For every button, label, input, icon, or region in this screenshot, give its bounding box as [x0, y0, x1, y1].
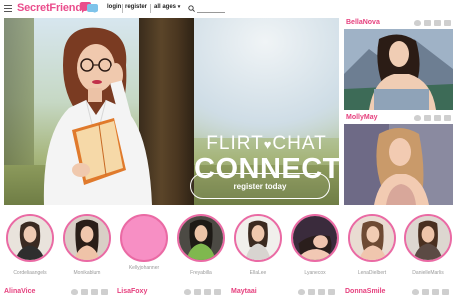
profile-actions [414, 115, 451, 121]
avatar[interactable] [404, 214, 452, 262]
avatar-item[interactable]: Lyanecox [287, 214, 343, 276]
nav-divider [150, 4, 151, 13]
logo-text[interactable]: SecretFriends [17, 2, 88, 14]
more-icon[interactable] [328, 289, 335, 295]
profile-card[interactable]: MollyMay [344, 113, 453, 206]
heart-icon[interactable] [412, 289, 419, 295]
tagline-flirt: FLIRT [206, 133, 264, 154]
avatar-item[interactable]: Kellyjohanner [116, 214, 172, 271]
profile-actions [298, 289, 335, 295]
profile-card[interactable]: BellaNova [344, 18, 453, 111]
avatar[interactable] [291, 214, 339, 262]
top-bar: SecretFriends login register all ages ▾ [0, 0, 456, 18]
profile-actions [184, 289, 221, 295]
avatar-item[interactable]: DanielleMarlis [400, 214, 456, 276]
hero-banner[interactable]: FLIRT♥CHAT CONNECT register today [4, 18, 339, 205]
profile-actions [412, 289, 449, 295]
heart-icon[interactable] [414, 20, 421, 26]
camera-icon[interactable] [204, 289, 211, 295]
hero-tagline-line1: FLIRT♥CHAT [194, 134, 339, 155]
avatar-name[interactable]: Cordeliaangels [2, 270, 58, 276]
avatar-item[interactable]: Monikablum [59, 214, 115, 276]
tagline-chat: CHAT [272, 133, 327, 154]
profile-photo[interactable] [344, 124, 453, 205]
nav-divider [122, 4, 123, 13]
heart-icon[interactable] [414, 115, 421, 121]
profile-name[interactable]: LisaFoxy [117, 288, 147, 295]
camera-icon[interactable] [91, 289, 98, 295]
age-filter-select[interactable]: all ages ▾ [154, 4, 180, 10]
chat-icon[interactable] [424, 20, 431, 26]
chat-bubbles-logo-icon [80, 2, 98, 13]
search-icon[interactable] [188, 5, 195, 12]
avatar-name[interactable]: Freyabilla [173, 270, 229, 276]
profile-name[interactable]: BellaNova [346, 19, 380, 26]
avatar-placeholder[interactable] [120, 214, 168, 262]
online-models-strip: Cordeliaangels Monikablum Kellyjohanner … [0, 214, 456, 276]
more-icon[interactable] [214, 289, 221, 295]
avatar-name[interactable]: DanielleMarlis [400, 270, 456, 276]
avatar-name[interactable]: Lyanecox [287, 270, 343, 276]
avatar[interactable] [348, 214, 396, 262]
register-today-button[interactable]: register today [190, 173, 330, 199]
camera-icon[interactable] [434, 115, 441, 121]
chevron-down-icon: ▾ [177, 4, 181, 10]
profile-name[interactable]: DonnaSmile [345, 288, 385, 295]
avatar-name[interactable]: EllaLee [230, 270, 286, 276]
chat-icon[interactable] [424, 115, 431, 121]
camera-icon[interactable] [434, 20, 441, 26]
more-icon[interactable] [444, 115, 451, 121]
profile-name[interactable]: MollyMay [346, 114, 378, 121]
avatar[interactable] [177, 214, 225, 262]
heart-icon[interactable] [71, 289, 78, 295]
avatar[interactable] [63, 214, 111, 262]
avatar[interactable] [6, 214, 54, 262]
more-icon[interactable] [442, 289, 449, 295]
avatar-item[interactable]: Cordeliaangels [2, 214, 58, 276]
profile-name-row: AlinaVice LisaFoxy Maytaai DonnaSmile [0, 285, 456, 300]
avatar-item[interactable]: LenaDielbert [344, 214, 400, 276]
more-icon[interactable] [101, 289, 108, 295]
avatar-name[interactable]: LenaDielbert [344, 270, 400, 276]
hamburger-menu-icon[interactable] [4, 5, 12, 12]
chat-icon[interactable] [308, 289, 315, 295]
chat-icon[interactable] [81, 289, 88, 295]
age-filter-label: all ages [154, 4, 177, 10]
chat-icon[interactable] [194, 289, 201, 295]
avatar-item[interactable]: EllaLee [230, 214, 286, 276]
hero-model-photo [43, 27, 152, 205]
profile-name[interactable]: Maytaai [231, 288, 257, 295]
register-link[interactable]: register [125, 4, 147, 10]
camera-icon[interactable] [432, 289, 439, 295]
page: { "header": { "logo_text": "SecretFriend… [0, 0, 456, 300]
login-link[interactable]: login [107, 4, 121, 10]
profile-actions [71, 289, 108, 295]
avatar[interactable] [234, 214, 282, 262]
profile-actions [414, 20, 451, 26]
profile-name[interactable]: AlinaVice [4, 288, 35, 295]
avatar-item[interactable]: Freyabilla [173, 214, 229, 276]
profile-photo[interactable] [344, 29, 453, 110]
heart-icon[interactable] [184, 289, 191, 295]
more-icon[interactable] [444, 20, 451, 26]
heart-icon[interactable] [298, 289, 305, 295]
avatar-name[interactable]: Kellyjohanner [116, 265, 172, 271]
search-input[interactable] [197, 4, 225, 13]
camera-icon[interactable] [318, 289, 325, 295]
chat-icon[interactable] [422, 289, 429, 295]
avatar-name[interactable]: Monikablum [59, 270, 115, 276]
